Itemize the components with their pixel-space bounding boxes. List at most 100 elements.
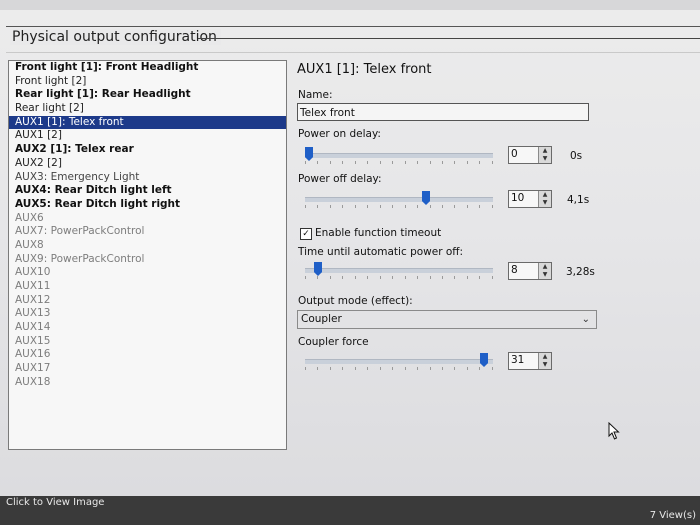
list-item[interactable]: AUX6 bbox=[9, 212, 286, 226]
list-item[interactable]: AUX18 bbox=[9, 376, 286, 390]
tick-mark bbox=[479, 367, 481, 370]
list-item[interactable]: AUX8 bbox=[9, 239, 286, 253]
tick-mark bbox=[329, 276, 331, 279]
slider-thumb[interactable] bbox=[314, 262, 322, 276]
list-item[interactable]: AUX1 [2] bbox=[9, 129, 286, 143]
tick-mark bbox=[479, 161, 481, 164]
timeout-checkbox[interactable]: ✓ bbox=[300, 228, 312, 240]
spin-arrows-icon[interactable]: ▲ ▼ bbox=[538, 191, 551, 207]
name-field[interactable]: Telex front bbox=[297, 103, 589, 121]
slider-thumb[interactable] bbox=[305, 147, 313, 161]
list-item[interactable]: Rear light [2] bbox=[9, 102, 286, 116]
list-item[interactable]: AUX2 [1]: Telex rear bbox=[9, 143, 286, 157]
tick-mark bbox=[417, 276, 419, 279]
slider-track bbox=[305, 197, 493, 202]
tick-mark bbox=[491, 276, 493, 279]
list-item[interactable]: AUX10 bbox=[9, 266, 286, 280]
slider-ticks bbox=[305, 205, 493, 208]
slider-thumb[interactable] bbox=[480, 353, 488, 367]
list-item[interactable]: AUX3: Emergency Light bbox=[9, 171, 286, 185]
tick-mark bbox=[466, 367, 468, 370]
tick-mark bbox=[329, 367, 331, 370]
tick-mark bbox=[379, 205, 381, 208]
slider-ticks bbox=[305, 367, 493, 370]
list-item[interactable]: AUX16 bbox=[9, 348, 286, 362]
title-divider-2 bbox=[6, 52, 700, 53]
power-on-spinbox[interactable]: 0 ▲ ▼ bbox=[508, 146, 552, 164]
list-item[interactable]: AUX15 bbox=[9, 335, 286, 349]
output-mode-value: Coupler bbox=[301, 313, 342, 325]
list-item[interactable]: Front light [1]: Front Headlight bbox=[9, 61, 286, 75]
tick-mark bbox=[429, 205, 431, 208]
list-item[interactable]: AUX7: PowerPackControl bbox=[9, 225, 286, 239]
timeout-label: Enable function timeout bbox=[315, 227, 442, 239]
list-item[interactable]: Rear light [1]: Rear Headlight bbox=[9, 88, 286, 102]
divider-line bbox=[6, 26, 700, 27]
auto-off-slider[interactable] bbox=[305, 262, 493, 280]
detail-heading: AUX1 [1]: Telex front bbox=[297, 62, 432, 77]
slider-thumb[interactable] bbox=[422, 191, 430, 205]
tick-mark bbox=[379, 161, 381, 164]
list-item[interactable]: AUX12 bbox=[9, 294, 286, 308]
tick-mark bbox=[491, 367, 493, 370]
tick-mark bbox=[417, 161, 419, 164]
viewer-footer: Click to View Image 7 View(s) bbox=[0, 496, 700, 525]
output-mode-label: Output mode (effect): bbox=[298, 295, 413, 307]
tick-mark bbox=[466, 161, 468, 164]
tick-mark bbox=[354, 205, 356, 208]
list-item[interactable]: AUX11 bbox=[9, 280, 286, 294]
list-item[interactable]: AUX14 bbox=[9, 321, 286, 335]
tick-mark bbox=[392, 367, 394, 370]
power-off-spinbox[interactable]: 10 ▲ ▼ bbox=[508, 190, 552, 208]
top-strip bbox=[0, 0, 700, 10]
tick-mark bbox=[441, 205, 443, 208]
output-mode-select[interactable]: Coupler ⌄ bbox=[297, 310, 597, 329]
tick-mark bbox=[354, 161, 356, 164]
tick-mark bbox=[404, 205, 406, 208]
list-item[interactable]: Front light [2] bbox=[9, 75, 286, 89]
power-on-unit: 0s bbox=[570, 150, 583, 162]
list-item[interactable]: AUX5: Rear Ditch light right bbox=[9, 198, 286, 212]
tick-mark bbox=[305, 161, 306, 164]
tick-mark bbox=[379, 276, 381, 279]
section-title: Physical output configuration bbox=[10, 29, 221, 45]
output-list[interactable]: Front light [1]: Front Headlight Front li… bbox=[8, 60, 287, 450]
tick-mark bbox=[454, 161, 456, 164]
tick-mark bbox=[392, 205, 394, 208]
power-on-slider[interactable] bbox=[305, 147, 493, 165]
coupler-force-slider[interactable] bbox=[305, 353, 493, 371]
tick-mark bbox=[392, 276, 394, 279]
spin-value: 8 bbox=[511, 264, 518, 276]
tick-mark bbox=[392, 161, 394, 164]
list-item[interactable]: AUX17 bbox=[9, 362, 286, 376]
tick-mark bbox=[354, 367, 356, 370]
app-window: Physical output configuration Front ligh… bbox=[0, 0, 700, 496]
tick-mark bbox=[417, 367, 419, 370]
spin-arrows-icon[interactable]: ▲ ▼ bbox=[538, 147, 551, 163]
coupler-force-label: Coupler force bbox=[298, 336, 369, 348]
coupler-force-spinbox[interactable]: 31 ▲ ▼ bbox=[508, 352, 552, 370]
tick-mark bbox=[454, 367, 456, 370]
spin-arrows-icon[interactable]: ▲ ▼ bbox=[538, 353, 551, 369]
name-label: Name: bbox=[298, 89, 333, 101]
auto-off-unit: 3,28s bbox=[566, 266, 595, 278]
tick-mark bbox=[429, 367, 431, 370]
tick-mark bbox=[466, 205, 468, 208]
list-item[interactable]: AUX4: Rear Ditch light left bbox=[9, 184, 286, 198]
list-item[interactable]: AUX13 bbox=[9, 307, 286, 321]
power-on-label: Power on delay: bbox=[298, 128, 381, 140]
power-off-slider[interactable] bbox=[305, 191, 493, 209]
slider-track bbox=[305, 268, 493, 273]
tick-mark bbox=[466, 276, 468, 279]
spin-value: 10 bbox=[511, 192, 525, 204]
tick-mark bbox=[367, 161, 369, 164]
click-to-view-link[interactable]: Click to View Image bbox=[6, 497, 104, 508]
list-item[interactable]: AUX1 [1]: Telex front bbox=[9, 115, 286, 130]
list-item[interactable]: AUX2 [2] bbox=[9, 157, 286, 171]
tick-mark bbox=[305, 276, 306, 279]
spin-arrows-icon[interactable]: ▲ ▼ bbox=[538, 263, 551, 279]
list-item[interactable]: AUX9: PowerPackControl bbox=[9, 253, 286, 267]
tick-mark bbox=[479, 205, 481, 208]
auto-off-spinbox[interactable]: 8 ▲ ▼ bbox=[508, 262, 552, 280]
tick-mark bbox=[417, 205, 419, 208]
